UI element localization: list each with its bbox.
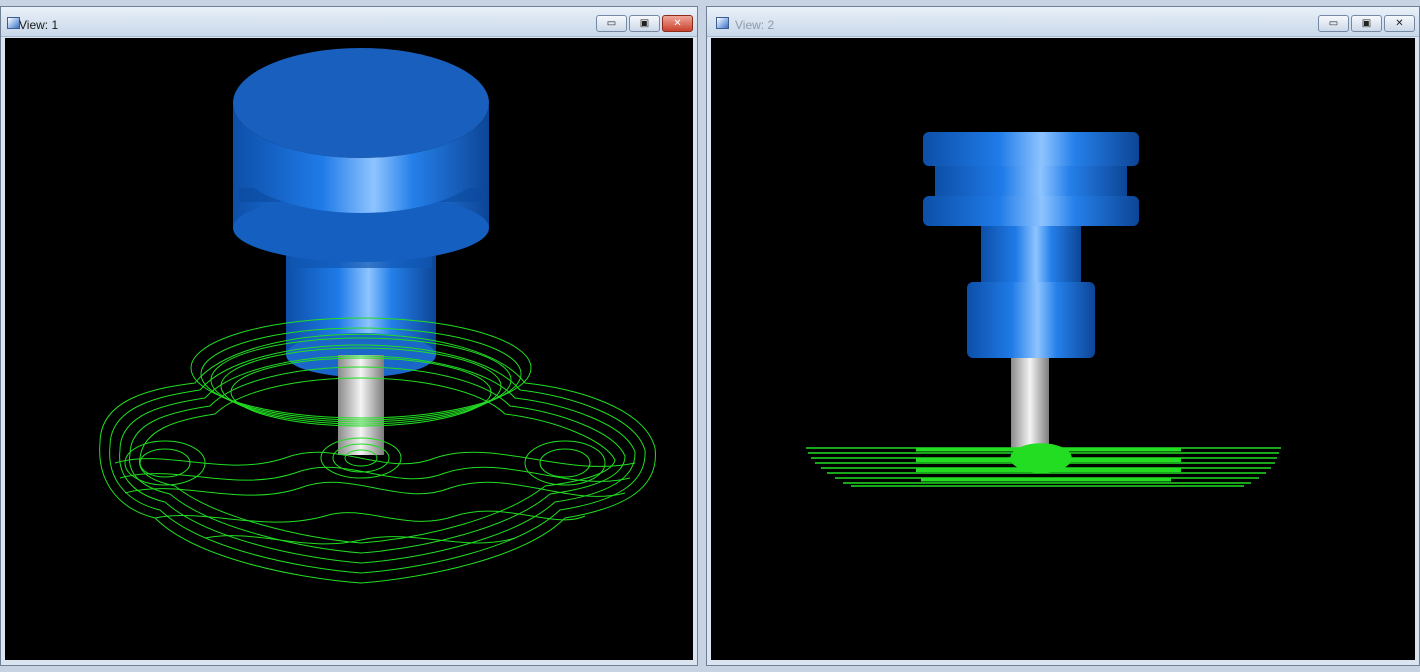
toolpath-wireframe [806,443,1281,487]
minimize-button[interactable]: ▭ [596,15,627,32]
close-icon: ✕ [1395,17,1404,29]
maximize-button[interactable]: ▣ [1351,15,1382,32]
view-1-viewport[interactable] [5,38,693,660]
maximize-icon: ▣ [639,17,650,29]
view-2-title: View: 2 [735,18,775,32]
tool-holder [923,132,1139,358]
view-1-title: View: 1 [19,18,59,32]
minimize-icon: ▭ [1328,17,1339,29]
tool-shank [1011,358,1049,448]
minimize-icon: ▭ [606,17,617,29]
view-1-scene [99,48,656,584]
window-app-icon [716,17,729,29]
maximize-icon: ▣ [1361,17,1372,29]
view-2-scene [806,132,1281,487]
maximize-button[interactable]: ▣ [629,15,660,32]
view-2-viewport[interactable] [711,38,1415,660]
view-1-window[interactable]: View: 1 ▭ ▣ ✕ [0,6,698,666]
view-2-titlebar[interactable]: View: 2 ▭ ▣ ✕ [707,7,1419,37]
minimize-button[interactable]: ▭ [1318,15,1349,32]
close-button[interactable]: ✕ [1384,15,1415,32]
view-2-window[interactable]: View: 2 ▭ ▣ ✕ [706,6,1420,666]
view-1-titlebar[interactable]: View: 1 ▭ ▣ ✕ [1,7,697,37]
close-icon: ✕ [673,17,682,29]
close-button[interactable]: ✕ [662,15,693,32]
